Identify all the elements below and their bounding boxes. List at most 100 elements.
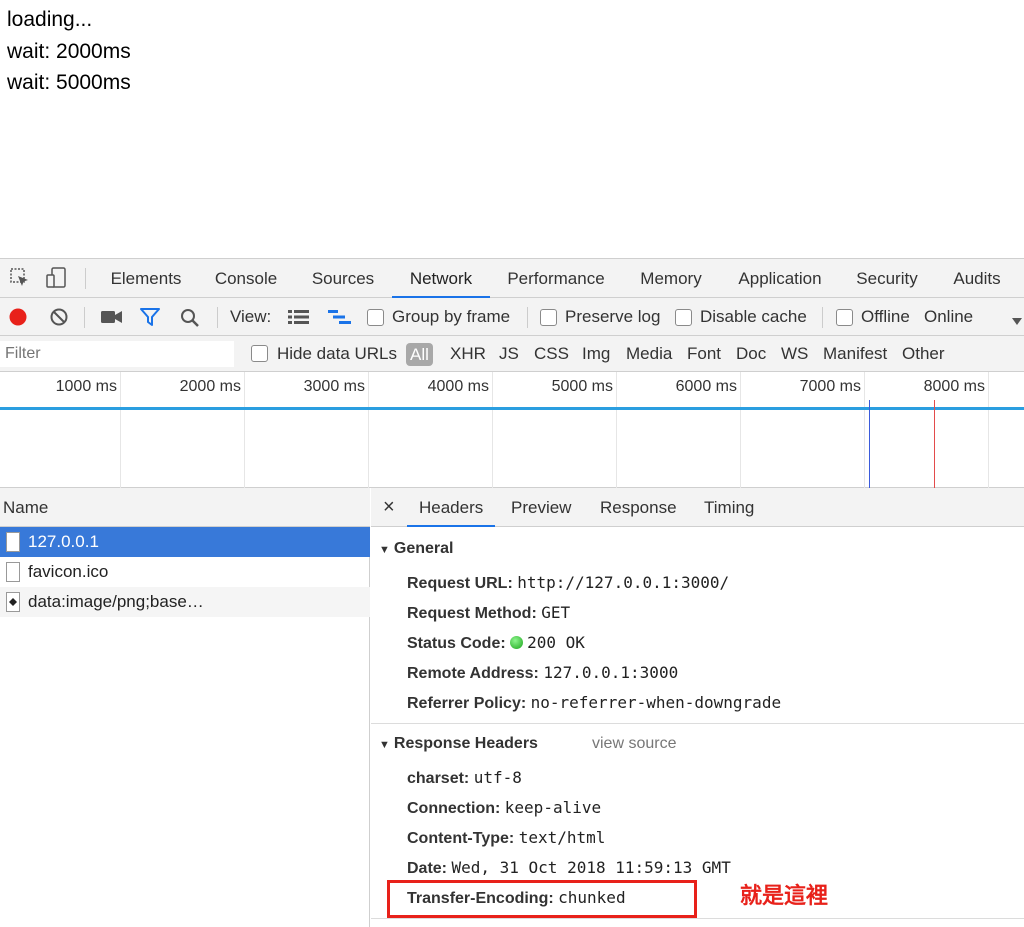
tab-preview[interactable]: Preview — [511, 488, 571, 527]
tab-performance[interactable]: Performance — [496, 259, 616, 298]
status-code-value: 200 OK — [527, 633, 585, 652]
charset-value: utf-8 — [473, 768, 522, 787]
disable-cache-checkbox[interactable] — [675, 309, 692, 326]
tab-sources[interactable]: Sources — [300, 259, 386, 298]
filter-type-css[interactable]: CSS — [534, 336, 569, 372]
remote-address-key: Remote Address: — [407, 665, 539, 682]
triangle-down-icon: ▼ — [379, 739, 390, 751]
disable-cache-label[interactable]: Disable cache — [700, 298, 807, 336]
request-row-127-0-0-1[interactable]: 127.0.0.1 — [0, 527, 370, 557]
network-toolbar: View: Group by frame Preserve log Disabl… — [0, 298, 1024, 336]
screenshot-camera-icon[interactable] — [101, 310, 123, 329]
filter-type-js[interactable]: JS — [499, 336, 519, 372]
status-code-key: Status Code: — [407, 635, 506, 652]
view-label: View: — [230, 307, 272, 326]
preserve-log-label[interactable]: Preserve log — [565, 298, 660, 336]
tab-security[interactable]: Security — [846, 259, 928, 298]
request-detail-panel: × Headers Preview Response Timing ▼ Gener… — [371, 488, 1024, 927]
content-type-key: Content-Type: — [407, 830, 515, 847]
request-timeline-bar — [0, 407, 1024, 410]
filter-type-other[interactable]: Other — [902, 336, 945, 372]
group-by-frame-checkbox[interactable] — [367, 309, 384, 326]
name-column-header[interactable]: Name — [0, 488, 370, 527]
record-icon[interactable] — [9, 308, 27, 331]
remote-address-row: Remote Address: 127.0.0.1:3000 — [407, 663, 678, 684]
load-event-marker — [934, 400, 935, 488]
section-divider — [371, 918, 1024, 919]
timeline-tick-label: 7000 ms — [799, 378, 861, 395]
connection-value: keep-alive — [504, 798, 602, 817]
tab-application[interactable]: Application — [726, 259, 834, 298]
annotation-highlight-box — [387, 880, 697, 918]
detail-tabbar: × Headers Preview Response Timing — [371, 488, 1024, 527]
referrer-policy-key: Referrer Policy: — [407, 695, 527, 712]
timeline-tick-label: 2000 ms — [179, 378, 241, 395]
charset-row: charset: utf-8 — [407, 768, 522, 789]
filter-type-font[interactable]: Font — [687, 336, 721, 372]
tab-timing[interactable]: Timing — [704, 488, 754, 527]
tab-headers[interactable]: Headers — [407, 488, 496, 527]
tab-network[interactable]: Network — [392, 259, 490, 298]
tab-console[interactable]: Console — [204, 259, 288, 298]
group-by-frame-label[interactable]: Group by frame — [392, 298, 510, 336]
tab-audits[interactable]: Audits — [942, 259, 1012, 298]
section-divider — [371, 723, 1024, 724]
loading-text: loading... — [7, 8, 93, 31]
request-name: favicon.ico — [28, 562, 109, 581]
filter-type-xhr[interactable]: XHR — [450, 336, 486, 372]
chevron-down-icon[interactable] — [1012, 313, 1022, 331]
timeline-tick-label: 8000 ms — [923, 378, 985, 395]
throttling-select[interactable]: Online — [924, 298, 973, 336]
devtools-tabbar: Elements Console Sources Network Perform… — [0, 259, 1024, 298]
hide-data-urls-label[interactable]: Hide data URLs — [277, 336, 397, 372]
filter-type-doc[interactable]: Doc — [736, 336, 766, 372]
tab-memory[interactable]: Memory — [630, 259, 712, 298]
offline-label[interactable]: Offline — [861, 298, 910, 336]
timeline-overview[interactable]: 1000 ms 2000 ms 3000 ms 4000 ms 5000 ms … — [0, 372, 1024, 488]
tab-elements[interactable]: Elements — [100, 259, 192, 298]
hide-data-urls-checkbox[interactable] — [251, 345, 268, 362]
filter-bar: Hide data URLs All XHR JS CSS Img Media … — [0, 336, 1024, 372]
filter-type-manifest[interactable]: Manifest — [823, 336, 887, 372]
request-row-favicon[interactable]: favicon.ico — [0, 557, 370, 587]
toolbar-separator — [217, 307, 218, 328]
filter-type-img[interactable]: Img — [582, 336, 610, 372]
response-headers-section-toggle[interactable]: ▼ Response Headers — [379, 735, 538, 753]
waterfall-overview-icon[interactable] — [328, 309, 352, 330]
inspect-element-icon[interactable] — [10, 268, 30, 293]
timeline-tick-label: 6000 ms — [675, 378, 737, 395]
toolbar-separator — [822, 307, 823, 328]
view-source-link[interactable]: view source — [592, 735, 676, 753]
general-section-toggle[interactable]: ▼ General — [379, 540, 453, 558]
filter-funnel-icon[interactable] — [140, 308, 160, 331]
tab-response[interactable]: Response — [600, 488, 677, 527]
large-rows-list-icon[interactable] — [288, 309, 310, 330]
filter-type-all[interactable]: All — [406, 343, 433, 366]
referrer-policy-value: no-referrer-when-downgrade — [530, 693, 782, 712]
content-type-row: Content-Type: text/html — [407, 828, 605, 849]
wait-2000-text: wait: 2000ms — [7, 40, 131, 63]
request-method-value: GET — [541, 603, 571, 622]
content-type-value: text/html — [518, 828, 606, 847]
document-file-icon — [6, 532, 20, 552]
referrer-policy-row: Referrer Policy: no-referrer-when-downgr… — [407, 693, 781, 714]
timeline-tick-label: 3000 ms — [303, 378, 365, 395]
preserve-log-checkbox[interactable] — [540, 309, 557, 326]
timeline-tick-label: 4000 ms — [427, 378, 489, 395]
filter-type-ws[interactable]: WS — [781, 336, 808, 372]
filter-input[interactable] — [0, 341, 234, 367]
request-url-row: Request URL: http://127.0.0.1:3000/ — [407, 573, 729, 594]
response-headers-title: Response Headers — [393, 735, 538, 752]
request-name: 127.0.0.1 — [28, 532, 99, 551]
device-toolbar-icon[interactable] — [46, 267, 68, 294]
clear-icon[interactable] — [50, 308, 68, 331]
charset-key: charset: — [407, 770, 470, 787]
date-value: Wed, 31 Oct 2018 11:59:13 GMT — [451, 858, 731, 877]
request-row-data-image[interactable]: data:image/png;base… — [0, 587, 370, 617]
offline-checkbox[interactable] — [836, 309, 853, 326]
request-list: Name 127.0.0.1 favicon.ico data:image/pn… — [0, 488, 370, 927]
search-icon[interactable] — [180, 308, 200, 333]
close-detail-button[interactable]: × — [383, 488, 395, 527]
filter-type-media[interactable]: Media — [626, 336, 672, 372]
request-method-row: Request Method: GET — [407, 603, 570, 624]
